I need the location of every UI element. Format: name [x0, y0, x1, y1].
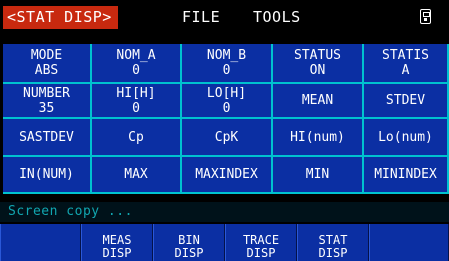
- cell-value: ON: [309, 63, 326, 78]
- cell-value: ABS: [34, 63, 59, 78]
- cell-label: HI(num): [290, 129, 345, 145]
- stat-cell-sastdev[interactable]: SASTDEV: [3, 119, 92, 157]
- softkey-line2: DISP: [102, 246, 132, 260]
- stat-cell-stdev[interactable]: STDEV: [364, 84, 449, 119]
- softkey-bin-disp[interactable]: BIN DISP: [153, 224, 225, 261]
- stat-cell-status[interactable]: STATUS ON: [273, 44, 364, 84]
- stat-cell-lo-num[interactable]: Lo(num): [364, 119, 449, 157]
- cell-label: MEAN: [301, 93, 334, 108]
- stat-cell-min[interactable]: MIN: [273, 157, 364, 194]
- top-bar: <STAT DISP> FILE TOOLS: [0, 0, 449, 33]
- cell-value: 0: [132, 100, 140, 116]
- stat-cell-cpk[interactable]: CpK: [182, 119, 273, 157]
- stat-cell-number[interactable]: NUMBER 35: [3, 84, 92, 119]
- stat-cell-mean[interactable]: MEAN: [273, 84, 364, 119]
- stat-cell-statis[interactable]: STATIS A: [364, 44, 449, 84]
- softkey-stat-disp[interactable]: STAT DISP: [297, 224, 369, 261]
- cell-label: MIN: [305, 167, 330, 182]
- cell-label: Cp: [128, 129, 144, 145]
- status-message: Screen copy ...: [0, 202, 449, 222]
- softkey-trace-disp[interactable]: TRACE DISP: [225, 224, 297, 261]
- softkey-meas-disp[interactable]: MEAS DISP: [81, 224, 153, 261]
- stat-cell-in-num[interactable]: IN(NUM): [3, 157, 92, 194]
- cell-value: A: [401, 63, 410, 78]
- cell-label: NUMBER: [23, 85, 70, 101]
- cell-label: Lo(num): [378, 129, 433, 145]
- cell-value: 0: [222, 63, 231, 78]
- stat-cell-lo-h[interactable]: LO[H] 0: [182, 84, 273, 119]
- cell-label: IN(NUM): [19, 167, 74, 182]
- stat-cell-nom-a[interactable]: NOM_A 0: [92, 44, 182, 84]
- cell-label: MININDEX: [374, 167, 437, 182]
- stat-cell-minindex[interactable]: MININDEX: [364, 157, 449, 194]
- stat-cell-nom-b[interactable]: NOM_B 0: [182, 44, 273, 84]
- usb-drive-icon: [420, 9, 431, 24]
- stat-cell-mode[interactable]: MODE ABS: [3, 44, 92, 84]
- page-title-tab[interactable]: <STAT DISP>: [3, 6, 118, 29]
- softkey-bar: MEAS DISP BIN DISP TRACE DISP STAT DISP: [0, 224, 449, 261]
- cell-label: SASTDEV: [19, 129, 74, 145]
- cell-label: STDEV: [385, 93, 426, 108]
- softkey-blank-right[interactable]: [369, 224, 449, 261]
- cell-label: MODE: [30, 48, 63, 63]
- softkey-line2: DISP: [246, 246, 276, 260]
- stat-cell-maxindex[interactable]: MAXINDEX: [182, 157, 273, 194]
- statistics-grid: MODE ABS NOM_A 0 NOM_B 0 STATUS ON STATI…: [3, 44, 449, 194]
- menu-tools[interactable]: TOOLS: [253, 8, 301, 26]
- cell-label: NOM_B: [206, 48, 247, 63]
- cell-label: CpK: [214, 129, 239, 145]
- cell-label: STATIS: [382, 48, 429, 63]
- softkey-blank-left[interactable]: [0, 224, 81, 261]
- softkey-line2: DISP: [174, 246, 204, 260]
- stat-cell-hi-h[interactable]: HI[H] 0: [92, 84, 182, 119]
- stat-cell-cp[interactable]: Cp: [92, 119, 182, 157]
- cell-value: 35: [38, 100, 55, 116]
- cell-value: 0: [222, 100, 231, 116]
- cell-label: MAX: [124, 167, 148, 182]
- softkey-line2: DISP: [318, 246, 348, 260]
- cell-value: 0: [132, 63, 140, 78]
- cell-label: LO[H]: [206, 85, 247, 101]
- instrument-screen: <STAT DISP> FILE TOOLS MODE ABS NOM_A 0 …: [0, 0, 449, 261]
- cell-label: MAXINDEX: [195, 167, 258, 182]
- cell-label: HI[H]: [116, 85, 156, 101]
- stat-cell-max[interactable]: MAX: [92, 157, 182, 194]
- cell-label: NOM_A: [116, 48, 156, 63]
- menu-file[interactable]: FILE: [182, 8, 220, 26]
- stat-cell-hi-num[interactable]: HI(num): [273, 119, 364, 157]
- cell-label: STATUS: [294, 48, 341, 63]
